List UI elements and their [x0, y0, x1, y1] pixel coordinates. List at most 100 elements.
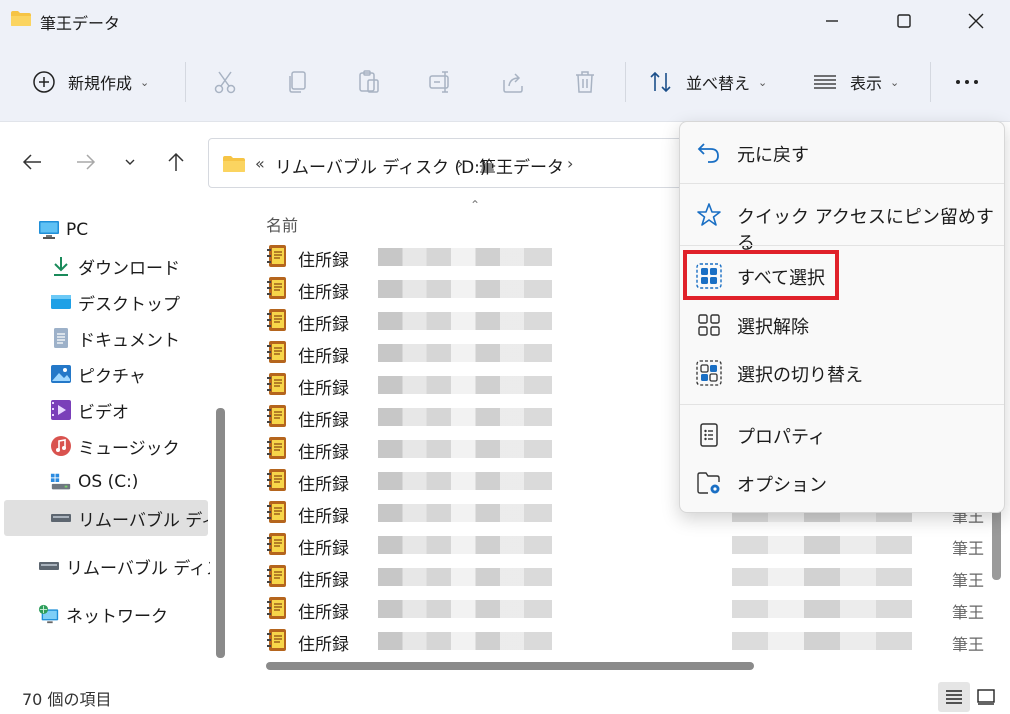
- sidebar-item-documents[interactable]: ドキュメント: [50, 320, 180, 356]
- address-book-file-icon: [267, 501, 286, 523]
- address-book-file-icon: [267, 277, 286, 299]
- delete-button[interactable]: [572, 64, 598, 100]
- rename-icon: [429, 71, 449, 93]
- cut-icon: [214, 71, 236, 94]
- redacted-text: [378, 280, 552, 298]
- redacted-text: [378, 600, 552, 618]
- menu-item-options[interactable]: オプション: [680, 460, 1004, 504]
- file-name: 住所録: [298, 635, 349, 655]
- title-bar: 筆王データ: [0, 0, 1010, 42]
- overflow-chevron[interactable]: «: [255, 154, 265, 173]
- redacted-text: [378, 536, 552, 554]
- sidebar-item-pictures[interactable]: ピクチャ: [50, 356, 146, 392]
- redacted-text: [378, 248, 552, 266]
- breadcrumb-separator[interactable]: ›: [457, 154, 463, 173]
- picture-icon: [50, 363, 72, 385]
- up-button[interactable]: [158, 144, 194, 180]
- menu-item-label: 選択解除: [737, 317, 809, 338]
- file-name: 住所録: [298, 251, 349, 271]
- sidebar-item-pc[interactable]: PC: [38, 212, 88, 248]
- sidebar-item-videos[interactable]: ビデオ: [50, 392, 129, 428]
- toolbar-divider: [930, 62, 931, 102]
- sidebar-item-music[interactable]: ミュージック: [50, 428, 180, 464]
- sort-button[interactable]: 並べ替え ⌄: [648, 64, 767, 100]
- menu-item-pin-quick-access[interactable]: クイック アクセスにピン留めする: [680, 192, 1004, 254]
- menu-item-label: 選択の切り替え: [737, 365, 863, 386]
- share-button[interactable]: [500, 64, 526, 100]
- redacted-text: [378, 568, 552, 586]
- redacted-text: [378, 376, 552, 394]
- copy-button[interactable]: [285, 64, 311, 100]
- music-icon: [50, 435, 72, 457]
- redacted-text: [378, 408, 552, 426]
- select-all-highlight-box: [683, 250, 839, 300]
- file-row[interactable]: 住所録 筆王: [266, 624, 986, 656]
- redacted-text: [732, 600, 912, 618]
- sidebar-item-desktop[interactable]: デスクトップ: [50, 284, 180, 320]
- arrow-up-icon: [168, 152, 184, 171]
- sidebar-scrollbar-thumb[interactable]: [216, 408, 225, 658]
- sidebar-item-network[interactable]: ネットワーク: [38, 596, 168, 632]
- thumbnail-view-icon: [977, 689, 995, 705]
- maximize-button[interactable]: [868, 0, 940, 42]
- thumbnail-view-button[interactable]: [970, 682, 1002, 712]
- file-row[interactable]: 住所録 筆王: [266, 528, 986, 560]
- sidebar-item-label: OS (C:): [78, 472, 139, 492]
- recent-locations-button[interactable]: [112, 144, 148, 180]
- sidebar-item-drive-c[interactable]: OS (C:): [50, 464, 138, 500]
- window-title: 筆王データ: [40, 14, 121, 33]
- file-row[interactable]: 住所録 筆王: [266, 560, 986, 592]
- redacted-text: [378, 440, 552, 458]
- address-book-file-icon: [267, 437, 286, 459]
- details-view-button[interactable]: [938, 682, 970, 712]
- menu-item-invert-selection[interactable]: 選択の切り替え: [680, 350, 1004, 394]
- file-type: 筆王: [952, 603, 985, 622]
- breadcrumb-separator[interactable]: ›: [567, 154, 573, 173]
- more-icon: [956, 80, 978, 84]
- column-header-name[interactable]: 名前: [266, 212, 298, 236]
- new-label: 新規作成: [68, 74, 133, 93]
- address-book-file-icon: [267, 405, 286, 427]
- view-label: 表示: [850, 74, 883, 93]
- file-name: 住所録: [298, 571, 349, 591]
- redacted-text: [732, 536, 912, 554]
- cut-button[interactable]: [212, 64, 238, 100]
- breadcrumb-drive[interactable]: リムーバブル ディスク (D:): [275, 153, 487, 178]
- arrow-left-icon: [22, 154, 41, 170]
- menu-item-properties[interactable]: プロパティ: [680, 412, 1004, 456]
- view-button[interactable]: 表示 ⌄: [812, 64, 899, 100]
- sidebar-item-removable-selected[interactable]: リムーバブル ディスク: [50, 500, 208, 536]
- redacted-text: [732, 568, 912, 586]
- more-button[interactable]: [954, 64, 980, 100]
- breadcrumb-folder[interactable]: 筆王データ: [479, 153, 564, 178]
- file-row[interactable]: 住所録 筆王: [266, 592, 986, 624]
- back-button[interactable]: [14, 144, 50, 180]
- details-view-icon: [946, 690, 962, 704]
- folder-icon: [11, 11, 31, 26]
- menu-item-undo[interactable]: 元に戻す: [680, 130, 1004, 174]
- sidebar-item-label: リムーバブル ディスク: [66, 558, 210, 579]
- rename-button[interactable]: [428, 64, 454, 100]
- address-bar[interactable]: « リムーバブル ディスク (D:) › 筆王データ ›: [208, 138, 688, 188]
- horizontal-scrollbar-thumb[interactable]: [266, 662, 754, 670]
- file-name: 住所録: [298, 283, 349, 303]
- document-icon: [50, 327, 72, 349]
- menu-divider: [680, 245, 1004, 246]
- invert-selection-icon: [696, 360, 722, 386]
- sidebar-item-removable[interactable]: リムーバブル ディスク: [38, 548, 210, 584]
- sidebar-item-label: PC: [66, 220, 89, 240]
- minimize-button[interactable]: [796, 0, 868, 42]
- close-button[interactable]: [940, 0, 1010, 42]
- file-name: 住所録: [298, 475, 349, 495]
- paste-button[interactable]: [356, 64, 382, 100]
- menu-item-select-none[interactable]: 選択解除: [680, 302, 1004, 346]
- paste-icon: [359, 70, 379, 93]
- close-icon: [968, 13, 984, 29]
- navigation-pane: PC ダウンロード デスクトップ ドキュメント ピクチャ ビデオ ミュージック …: [0, 200, 230, 678]
- forward-button[interactable]: [68, 144, 104, 180]
- address-book-file-icon: [267, 533, 286, 555]
- sidebar-item-downloads[interactable]: ダウンロード: [50, 248, 180, 284]
- new-button[interactable]: 新規作成 ⌄: [32, 64, 149, 100]
- properties-icon: [700, 423, 718, 447]
- download-icon: [50, 255, 72, 277]
